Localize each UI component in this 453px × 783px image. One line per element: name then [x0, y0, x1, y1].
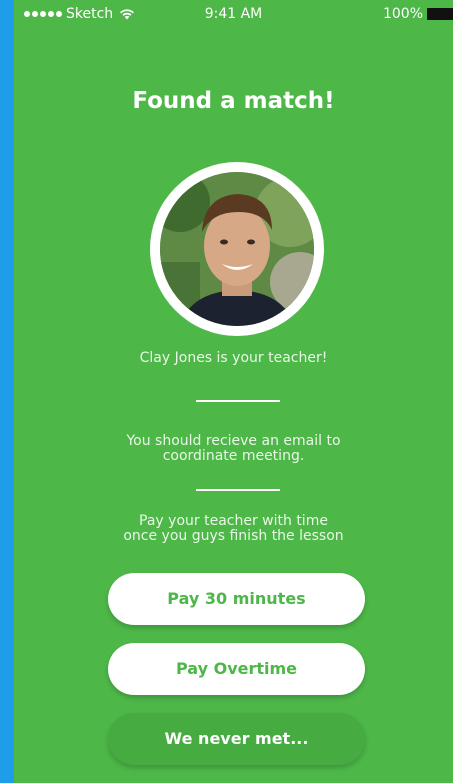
divider: [196, 400, 280, 402]
match-screen: Sketch 9:41 AM 100% Found a match! Clay …: [14, 0, 453, 783]
teacher-avatar: [160, 172, 314, 326]
status-right: 100%: [383, 6, 453, 22]
pay-info-line2: once you guys finish the lesson: [123, 528, 344, 544]
pay-overtime-button[interactable]: Pay Overtime: [108, 643, 365, 695]
page-title: Found a match!: [132, 88, 335, 114]
battery-icon: [427, 8, 453, 20]
pay-info-line1: Pay your teacher with time: [139, 513, 328, 529]
pay-30-minutes-button[interactable]: Pay 30 minutes: [108, 573, 365, 625]
email-info-line1: You should recieve an email to: [126, 433, 341, 449]
divider: [196, 489, 280, 491]
teacher-photo: [160, 172, 314, 326]
teacher-message: Clay Jones is your teacher!: [139, 350, 328, 366]
avatar-ring: [150, 162, 324, 336]
never-met-button[interactable]: We never met...: [108, 713, 365, 765]
email-info: You should recieve an email to coordinat…: [54, 434, 413, 464]
status-bar: Sketch 9:41 AM 100%: [14, 0, 453, 30]
pay-info: Pay your teacher with time once you guys…: [54, 514, 413, 544]
email-info-line2: coordinate meeting.: [162, 448, 305, 464]
battery-percent: 100%: [382, 6, 423, 22]
